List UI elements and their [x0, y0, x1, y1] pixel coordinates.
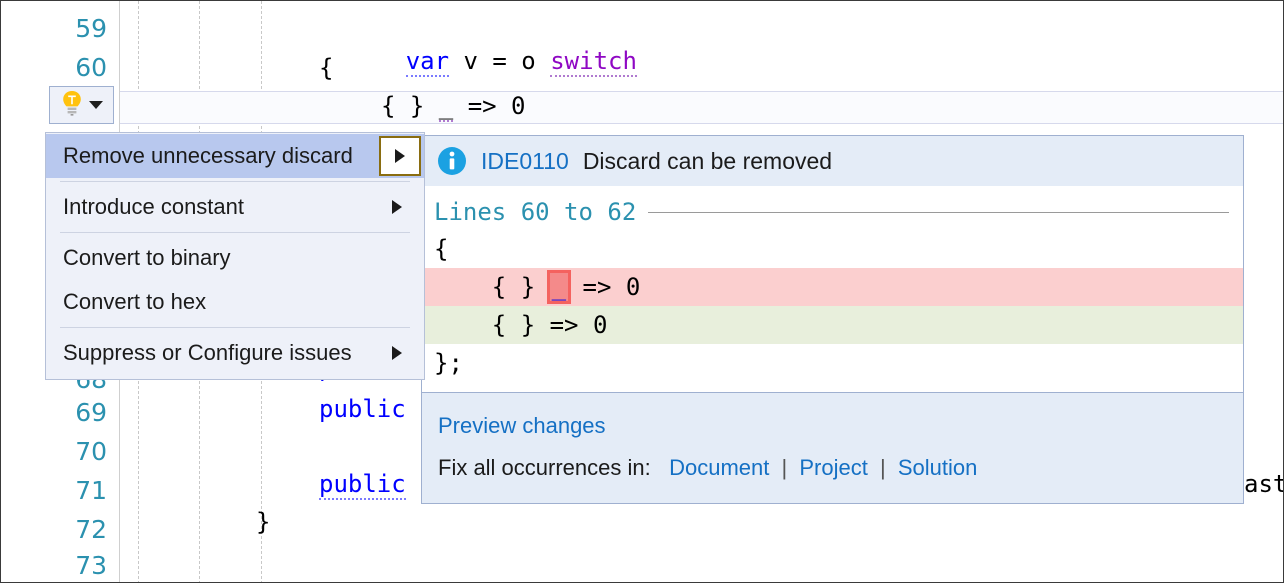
preview-changes-row: Preview changes — [438, 405, 1243, 447]
submenu-expand-button[interactable] — [379, 136, 421, 176]
line-number: 73 — [75, 551, 107, 580]
diff-token: { } — [434, 273, 550, 301]
quick-actions-context-menu[interactable]: Remove unnecessary discard Introduce con… — [45, 132, 425, 380]
chevron-right-icon — [392, 346, 402, 360]
line-number: 69 — [75, 398, 107, 427]
lines-range-label: Lines 60 to 62 — [434, 198, 637, 226]
line-number: 71 — [75, 476, 107, 505]
code-token: public — [319, 470, 406, 500]
fix-all-occurrences-row: Fix all occurrences in: Document | Proje… — [438, 447, 1243, 489]
menu-item-label: Remove unnecessary discard — [63, 143, 353, 168]
horizontal-rule — [648, 211, 1229, 213]
code-line-60: { — [319, 53, 333, 84]
code-line-71: public — [319, 469, 406, 500]
scope-separator: | — [781, 455, 788, 480]
menu-item-label: Suppress or Configure issues — [63, 340, 352, 365]
menu-separator — [60, 181, 410, 182]
line-number: 72 — [75, 515, 107, 544]
code-token: v = o — [449, 47, 551, 75]
code-token: { } — [381, 92, 439, 120]
chevron-right-icon — [395, 149, 405, 163]
diff-line-context: }; — [434, 349, 463, 377]
diff-preview-body: Lines 60 to 62 { { } _ => 0 { } => 0 }; — [422, 186, 1243, 392]
line-number: 70 — [75, 437, 107, 466]
code-token: var — [405, 47, 450, 77]
fix-all-solution-link[interactable]: Solution — [898, 455, 978, 480]
code-token: switch — [550, 47, 637, 77]
chevron-down-icon — [89, 101, 103, 109]
diagnostic-header: IDE0110 Discard can be removed — [422, 136, 1243, 186]
code-token: } — [256, 508, 271, 536]
code-line-69: public — [319, 394, 406, 425]
menu-item-label: Convert to binary — [63, 245, 231, 270]
chevron-right-icon — [392, 200, 402, 214]
info-icon — [437, 146, 467, 176]
fix-all-label: Fix all occurrences in: — [438, 455, 651, 480]
quick-actions-preview-popup: IDE0110 Discard can be removed Lines 60 … — [421, 135, 1244, 504]
menu-separator — [60, 327, 410, 328]
code-line-61: { } _ => 0 — [381, 91, 526, 122]
preview-changes-link[interactable]: Preview changes — [438, 413, 606, 438]
code-token: { — [319, 54, 334, 82]
visual-studio-quick-actions-screenshot: var v = o switch { { } _ => 0 { } public… — [0, 0, 1284, 583]
diff-line-removed: { } _ => 0 — [422, 268, 1243, 306]
fix-all-document-link[interactable]: Document — [669, 455, 769, 480]
diff-token: => 0 — [568, 273, 641, 301]
menu-item-remove-unnecessary-discard[interactable]: Remove unnecessary discard — [46, 134, 424, 178]
line-number: 59 — [75, 14, 107, 43]
menu-item-convert-to-binary[interactable]: Convert to binary — [46, 236, 424, 280]
diff-token: { } => 0 — [434, 311, 608, 339]
menu-item-label: Convert to hex — [63, 289, 207, 314]
scope-separator: | — [879, 455, 886, 480]
code-token: public — [319, 395, 406, 423]
menu-item-label: Introduce constant — [63, 194, 245, 219]
diagnostic-id: IDE0110 — [481, 147, 569, 174]
diff-token-discard-removed: _ — [546, 270, 572, 304]
fix-all-project-link[interactable]: Project — [799, 455, 867, 480]
menu-item-suppress-or-configure-issues[interactable]: Suppress or Configure issues — [46, 331, 424, 375]
code-token-discard: _ — [438, 92, 454, 122]
lightbulb-icon — [60, 90, 84, 121]
code-line-72: } — [256, 507, 270, 538]
diff-line-added: { } => 0 — [422, 306, 1243, 344]
line-number: 60 — [75, 53, 107, 82]
menu-item-convert-to-hex[interactable]: Convert to hex — [46, 280, 424, 324]
popup-footer: Preview changes Fix all occurrences in: … — [422, 392, 1243, 503]
lines-range-row: Lines 60 to 62 — [422, 194, 1243, 230]
menu-separator — [60, 232, 410, 233]
menu-item-introduce-constant[interactable]: Introduce constant — [46, 185, 424, 229]
code-token: => 0 — [453, 92, 526, 120]
code-line-right-clipped: astl — [1244, 470, 1283, 498]
diff-line-context: { — [434, 235, 449, 263]
quick-actions-lightbulb-button[interactable] — [49, 86, 114, 124]
diagnostic-message: Discard can be removed — [582, 147, 833, 174]
current-line-highlight — [120, 91, 1283, 124]
